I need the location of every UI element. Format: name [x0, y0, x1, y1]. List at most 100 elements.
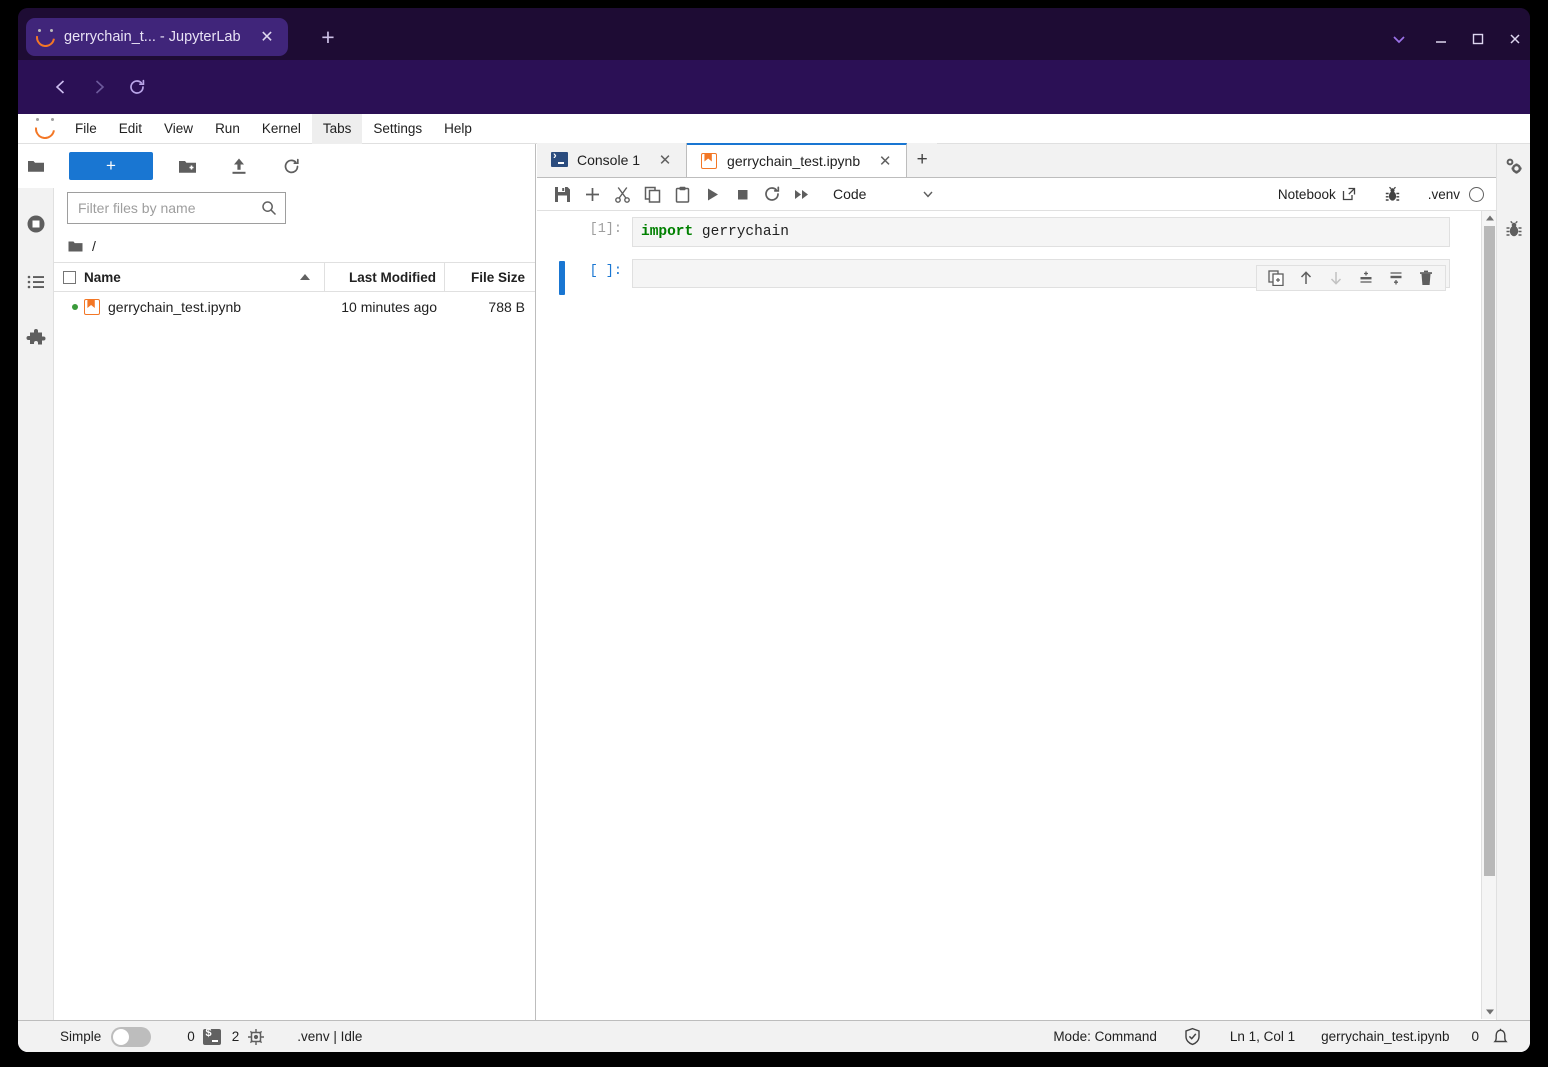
column-header-size[interactable]: File Size [445, 263, 535, 291]
tab-notebook[interactable]: gerrychain_test.ipynb ✕ [687, 143, 907, 177]
file-filter-box[interactable] [67, 192, 286, 224]
running-kernel-dot-icon [72, 304, 78, 310]
menu-file[interactable]: File [64, 114, 108, 144]
column-label-modified: Last Modified [349, 270, 436, 285]
current-filename-status: gerrychain_test.ipynb [1321, 1029, 1449, 1044]
tab-console-1[interactable]: Console 1 ✕ [537, 143, 687, 177]
debugger-icon[interactable] [1497, 208, 1530, 252]
copy-icon[interactable] [637, 180, 667, 208]
column-header-name[interactable]: Name [84, 263, 325, 291]
menu-kernel[interactable]: Kernel [251, 114, 312, 144]
extension-manager-icon[interactable] [18, 318, 54, 362]
chevron-down-icon[interactable] [1386, 26, 1412, 52]
status-bar-left: Simple 0 2 .venv | Idle [18, 1027, 362, 1047]
restart-kernel-icon[interactable] [757, 180, 787, 208]
notebook-mode-button[interactable]: Notebook [1278, 187, 1356, 202]
upload-icon[interactable] [223, 152, 255, 180]
refresh-icon[interactable] [275, 152, 307, 180]
minimize-icon[interactable] [1428, 26, 1454, 52]
browser-navigation-bar: i localhost :8889/lab/tree/gerrychain_te… [18, 60, 1530, 114]
cell-type-dropdown[interactable]: Code [831, 181, 941, 207]
external-link-icon [1342, 187, 1356, 201]
status-bar: Simple 0 2 .venv | Idle Mode: Co [18, 1020, 1530, 1052]
jupyterlab-app: File Edit View Run Kernel Tabs Settings … [18, 114, 1530, 1052]
duplicate-cell-icon[interactable] [1261, 266, 1291, 290]
new-launcher-button[interactable]: + [69, 152, 153, 180]
file-list-item[interactable]: gerrychain_test.ipynb 10 minutes ago 788… [54, 292, 535, 322]
browser-window: gerrychain_t... - JupyterLab ✕ + [18, 8, 1530, 1052]
browser-tab[interactable]: gerrychain_t... - JupyterLab ✕ [26, 18, 288, 56]
insert-cell-icon[interactable] [577, 180, 607, 208]
menu-view[interactable]: View [153, 114, 204, 144]
notebook-scrollbar[interactable] [1481, 211, 1496, 1019]
forward-arrow-icon[interactable] [83, 71, 115, 103]
notebook-cell[interactable]: [ ]: [537, 253, 1496, 294]
file-browser-panel: + [54, 144, 536, 1020]
browser-tab-close-icon[interactable]: ✕ [256, 26, 278, 48]
selected-cell-indicator [559, 261, 565, 295]
file-list-header: Name Last Modified File Size [54, 262, 535, 292]
bell-icon [1491, 1027, 1510, 1047]
file-name-label: gerrychain_test.ipynb [108, 299, 241, 315]
insert-cell-below-icon[interactable] [1381, 266, 1411, 290]
stop-icon[interactable] [727, 180, 757, 208]
simple-mode-label: Simple [60, 1029, 101, 1044]
menu-edit[interactable]: Edit [108, 114, 153, 144]
move-cell-up-icon[interactable] [1291, 266, 1321, 290]
simple-mode-toggle[interactable] [111, 1027, 151, 1047]
running-terminals-icon[interactable] [18, 202, 54, 246]
browser-tab-title: gerrychain_t... - JupyterLab [64, 29, 256, 45]
file-name-cell: gerrychain_test.ipynb [84, 299, 325, 315]
search-icon [261, 200, 277, 216]
right-activity-bar [1496, 144, 1530, 1020]
terminal-count-status[interactable]: 0 [187, 1029, 221, 1045]
breadcrumb[interactable]: / [54, 230, 535, 262]
cell-prompt: [ ]: [537, 259, 632, 279]
new-tab-button[interactable]: + [316, 26, 340, 50]
terminal-count-value: 0 [187, 1029, 195, 1044]
file-browser-icon[interactable] [18, 144, 54, 188]
column-header-modified[interactable]: Last Modified [325, 263, 445, 291]
search-input[interactable] [78, 200, 261, 216]
menu-settings[interactable]: Settings [362, 114, 433, 144]
tab-close-icon-console[interactable]: ✕ [654, 149, 676, 171]
add-document-tab-button[interactable]: + [907, 143, 937, 177]
cut-icon[interactable] [607, 180, 637, 208]
cell-prompt: [1]: [537, 217, 632, 237]
cell-editor[interactable]: import gerrychain [632, 217, 1450, 247]
notebook-toolbar-right: Notebook [1278, 180, 1496, 208]
menu-run[interactable]: Run [204, 114, 251, 144]
select-all-checkbox-wrap [54, 271, 84, 284]
kernel-count-status[interactable]: 2 [232, 1028, 266, 1046]
kernel-chip-icon [247, 1028, 265, 1046]
trusted-shield-icon [1183, 1027, 1202, 1046]
save-icon[interactable] [547, 180, 577, 208]
move-cell-down-icon [1321, 266, 1351, 290]
close-window-icon[interactable] [1502, 26, 1528, 52]
delete-cell-icon[interactable] [1411, 266, 1441, 290]
bug-icon[interactable] [1378, 180, 1408, 208]
notebook-cell[interactable]: [1]: import gerrychain [537, 211, 1496, 253]
paste-icon[interactable] [667, 180, 697, 208]
run-icon[interactable] [697, 180, 727, 208]
notebook-body: [1]: import gerrychain [ ]: [537, 211, 1496, 1019]
property-inspector-icon[interactable] [1497, 144, 1530, 188]
maximize-icon[interactable] [1465, 26, 1491, 52]
restart-run-all-icon[interactable] [787, 180, 817, 208]
reload-icon[interactable] [121, 71, 153, 103]
scrollbar-thumb[interactable] [1484, 226, 1495, 876]
kernel-name-label[interactable]: .venv [1428, 187, 1460, 202]
column-label-name: Name [84, 270, 121, 285]
select-all-checkbox[interactable] [63, 271, 76, 284]
kernel-status-label[interactable]: .venv | Idle [297, 1029, 362, 1044]
tab-close-icon-notebook[interactable]: ✕ [874, 150, 896, 172]
menu-tabs[interactable]: Tabs [312, 114, 363, 144]
menu-help[interactable]: Help [433, 114, 483, 144]
scroll-down-arrow-icon[interactable] [1482, 1005, 1496, 1019]
table-of-contents-icon[interactable] [18, 260, 54, 304]
insert-cell-above-icon[interactable] [1351, 266, 1381, 290]
chevron-down-icon [921, 187, 935, 201]
new-folder-icon[interactable] [171, 152, 203, 180]
scroll-up-arrow-icon[interactable] [1482, 211, 1496, 225]
back-arrow-icon[interactable] [45, 71, 77, 103]
